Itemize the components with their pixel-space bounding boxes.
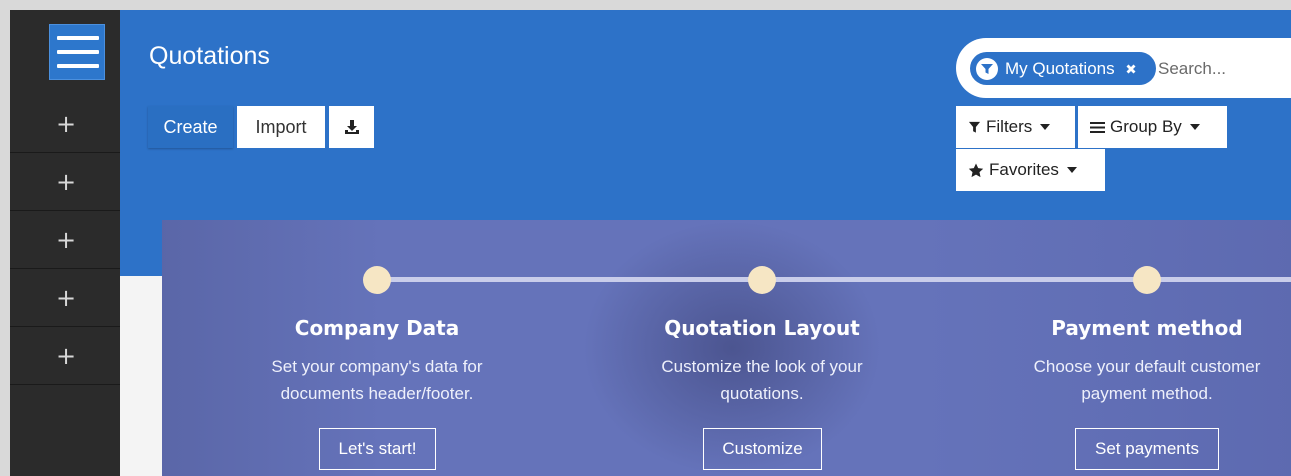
hamburger-menu-icon[interactable]: [49, 24, 105, 80]
download-icon: [344, 120, 359, 134]
customize-button[interactable]: Customize: [703, 428, 822, 470]
step-title-quotation-layout: Quotation Layout: [664, 316, 860, 340]
sidebar-item-1[interactable]: +: [10, 95, 120, 153]
facet-label: My Quotations: [1005, 58, 1115, 78]
step-description: Customize the look of your quotations.: [612, 353, 912, 407]
step-dot-2: [748, 266, 776, 294]
caret-down-icon: [1066, 167, 1077, 173]
filters-label: Filters: [986, 117, 1033, 136]
filters-dropdown[interactable]: Filters: [956, 106, 1075, 148]
page-title: Quotations: [149, 42, 270, 70]
step-dot-3: [1133, 266, 1161, 294]
favorites-dropdown[interactable]: Favorites: [956, 149, 1105, 191]
star-icon: [968, 163, 984, 178]
menu-bar: [57, 36, 99, 40]
step-description: Choose your default customer payment met…: [997, 353, 1291, 407]
import-button[interactable]: Import: [237, 106, 325, 148]
onboarding-banner: Company Data Set your company's data for…: [162, 220, 1291, 476]
window-frame-left: [0, 0, 10, 476]
create-button[interactable]: Create: [148, 106, 233, 148]
step-title-payment-method: Payment method: [1051, 316, 1243, 340]
close-icon[interactable]: [1123, 61, 1139, 77]
search-facet[interactable]: My Quotations: [970, 52, 1156, 85]
window-frame-top: [0, 0, 1291, 10]
set-payments-button[interactable]: Set payments: [1075, 428, 1219, 470]
sidebar-item-3[interactable]: +: [10, 211, 120, 269]
download-button[interactable]: [329, 106, 374, 148]
search-input[interactable]: [1158, 56, 1288, 82]
menu-bar: [57, 64, 99, 68]
plus-icon: +: [55, 109, 77, 138]
favorites-label: Favorites: [989, 160, 1059, 179]
step-description-line: payment method.: [1081, 384, 1213, 403]
step-description-line: Customize the look of your: [661, 357, 863, 376]
step-description-line: Set your company's data for: [271, 357, 483, 376]
plus-icon: +: [55, 341, 77, 370]
group-by-dropdown[interactable]: Group By: [1078, 106, 1227, 148]
plus-icon: +: [55, 225, 77, 254]
sidebar-item-2[interactable]: +: [10, 153, 120, 211]
step-dot-1: [363, 266, 391, 294]
group-by-label: Group By: [1110, 117, 1182, 136]
list-icon: [1090, 121, 1105, 134]
filter-icon: [968, 121, 981, 134]
sidebar: + + + + +: [10, 10, 120, 476]
plus-icon: +: [55, 283, 77, 312]
caret-down-icon: [1189, 124, 1200, 130]
step-description-line: Choose your default customer: [1033, 357, 1261, 376]
sidebar-item-5[interactable]: +: [10, 327, 120, 385]
step-description: Set your company's data for documents he…: [227, 353, 527, 407]
filter-icon: [976, 57, 998, 80]
caret-down-icon: [1040, 124, 1051, 130]
step-title-company-data: Company Data: [294, 316, 460, 340]
menu-bar: [57, 50, 99, 54]
plus-icon: +: [55, 167, 77, 196]
sidebar-item-4[interactable]: +: [10, 269, 120, 327]
step-description-line: documents header/footer.: [280, 384, 474, 403]
step-description-line: quotations.: [720, 384, 804, 403]
search-bar: My Quotations: [956, 38, 1291, 98]
lets-start-button[interactable]: Let's start!: [319, 428, 436, 470]
